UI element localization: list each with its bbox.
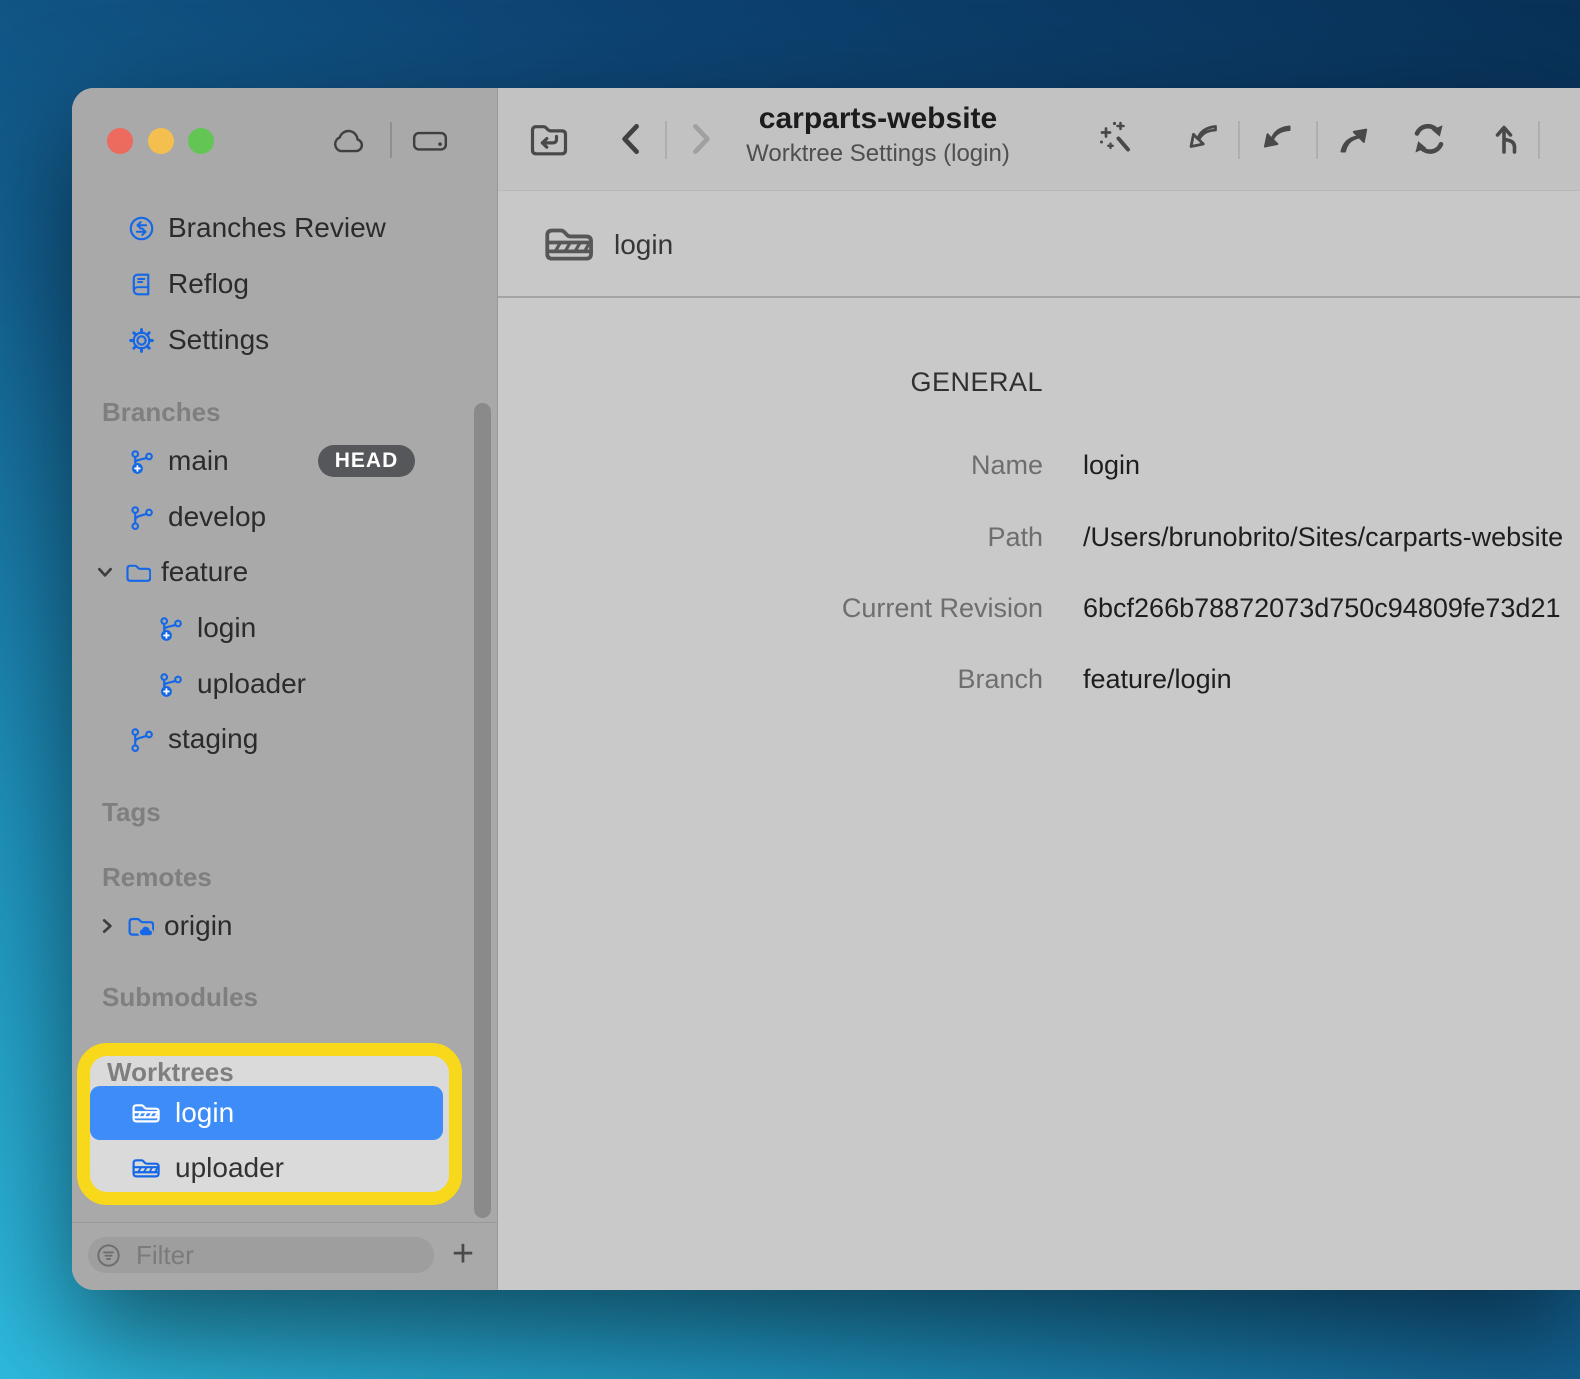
chevron-right-icon[interactable] [98,917,116,935]
field-value-current-revision: 6bcf266b78872073d750c94809fe73d21 [1083,593,1560,624]
filter-input[interactable] [88,1237,434,1273]
submodules-section-header: Submodules [102,981,258,1013]
back-icon[interactable] [612,120,650,158]
sidebar-item-branch-folder-feature[interactable]: feature [72,552,497,592]
repository-title: carparts-website [746,102,1010,136]
add-worktree-button[interactable]: + [443,1232,483,1276]
toolbar-separator [1538,121,1540,159]
field-label-name: Name [498,450,1043,481]
worktrees-highlight-annotation: Worktrees login uploader [77,1043,462,1205]
sidebar-item-label: Settings [168,324,269,356]
branch-folder-label: feature [161,556,248,588]
sidebar-item-settings[interactable]: Settings [72,320,497,360]
git-branch-plus-icon [157,671,184,698]
field-label-branch: Branch [498,664,1043,695]
window-title: carparts-website Worktree Settings (logi… [746,102,1010,168]
sidebar-item-branches-review[interactable]: Branches Review [72,208,497,248]
tags-section-header: Tags [102,796,161,828]
sidebar-item-branch-develop[interactable]: develop [72,497,497,537]
sidebar-item-worktree-uploader[interactable]: uploader [90,1148,443,1188]
field-label-path: Path [498,522,1043,553]
remotes-section-header: Remotes [102,861,212,893]
git-branch-icon [128,726,155,753]
toolbar: carparts-website Worktree Settings (logi… [498,88,1580,191]
remote-label: origin [164,910,232,942]
worktree-folder-icon [541,220,597,268]
app-window: Branches Review Reflog Settings Branches… [72,88,1580,1290]
head-badge: HEAD [318,445,415,477]
sidebar: Branches Review Reflog Settings Branches… [72,88,497,1290]
forward-icon[interactable] [682,120,720,158]
field-value-name: login [1083,450,1140,481]
main-area: carparts-website Worktree Settings (logi… [498,88,1580,1290]
drive-icon[interactable] [411,125,449,157]
branch-label: login [197,612,256,644]
zoom-button[interactable] [188,128,214,154]
sidebar-item-worktree-login[interactable]: login [90,1086,443,1140]
worktree-folder-icon [130,1099,162,1127]
filter-icon [95,1242,122,1269]
worktree-header: login [498,191,1580,298]
sidebar-scrollbar[interactable] [474,403,491,1218]
git-branch-icon [128,504,155,531]
swap-circle-icon [128,215,155,242]
chevron-down-icon[interactable] [96,563,114,581]
branch-label: staging [168,723,258,755]
sidebar-item-branch-staging[interactable]: staging [72,719,497,759]
view-subtitle: Worktree Settings (login) [746,140,1010,168]
sidebar-item-branch-feature-login[interactable]: login [72,608,497,648]
toolbar-separator [1238,121,1240,159]
sidebar-item-remote-origin[interactable]: origin [72,906,497,946]
sidebar-header-separator [390,122,392,158]
branch-label: main [168,445,229,477]
field-value-branch: feature/login [1083,664,1232,695]
repo-return-icon[interactable] [526,118,572,160]
worktree-folder-icon [130,1154,162,1182]
folder-icon [124,559,151,586]
worktree-label: uploader [175,1152,284,1184]
sidebar-item-branch-main[interactable]: main [72,441,497,481]
cloud-icon[interactable] [329,125,367,157]
folder-cloud-icon [126,912,154,940]
git-branch-plus-icon [157,615,184,642]
nav-separator [665,121,667,159]
git-branch-plus-icon [128,448,155,475]
close-button[interactable] [107,128,133,154]
fetch-icon[interactable] [1181,116,1227,162]
field-value-path: /Users/brunobrito/Sites/carparts-website [1083,522,1563,553]
sidebar-item-label: Reflog [168,268,249,300]
worktrees-section-header: Worktrees [107,1056,234,1088]
filter-bar-divider [72,1222,497,1223]
gear-icon [128,327,155,354]
sync-icon[interactable] [1406,116,1452,162]
sidebar-item-branch-feature-uploader[interactable]: uploader [72,664,497,704]
general-section-heading: GENERAL [498,367,1043,398]
toolbar-separator [1316,121,1318,159]
worktree-title: login [614,229,673,261]
push-icon[interactable] [1330,116,1376,162]
sidebar-item-label: Branches Review [168,212,386,244]
field-label-current-revision: Current Revision [498,593,1043,624]
pull-icon[interactable] [1255,116,1301,162]
book-icon [128,271,155,298]
branch-label: develop [168,501,266,533]
branch-label: uploader [197,668,306,700]
sidebar-item-reflog[interactable]: Reflog [72,264,497,304]
minimize-button[interactable] [148,128,174,154]
merge-icon[interactable] [1486,116,1532,162]
branches-section-header: Branches [102,396,221,428]
worktree-label: login [175,1097,234,1129]
wand-icon[interactable] [1095,116,1141,162]
